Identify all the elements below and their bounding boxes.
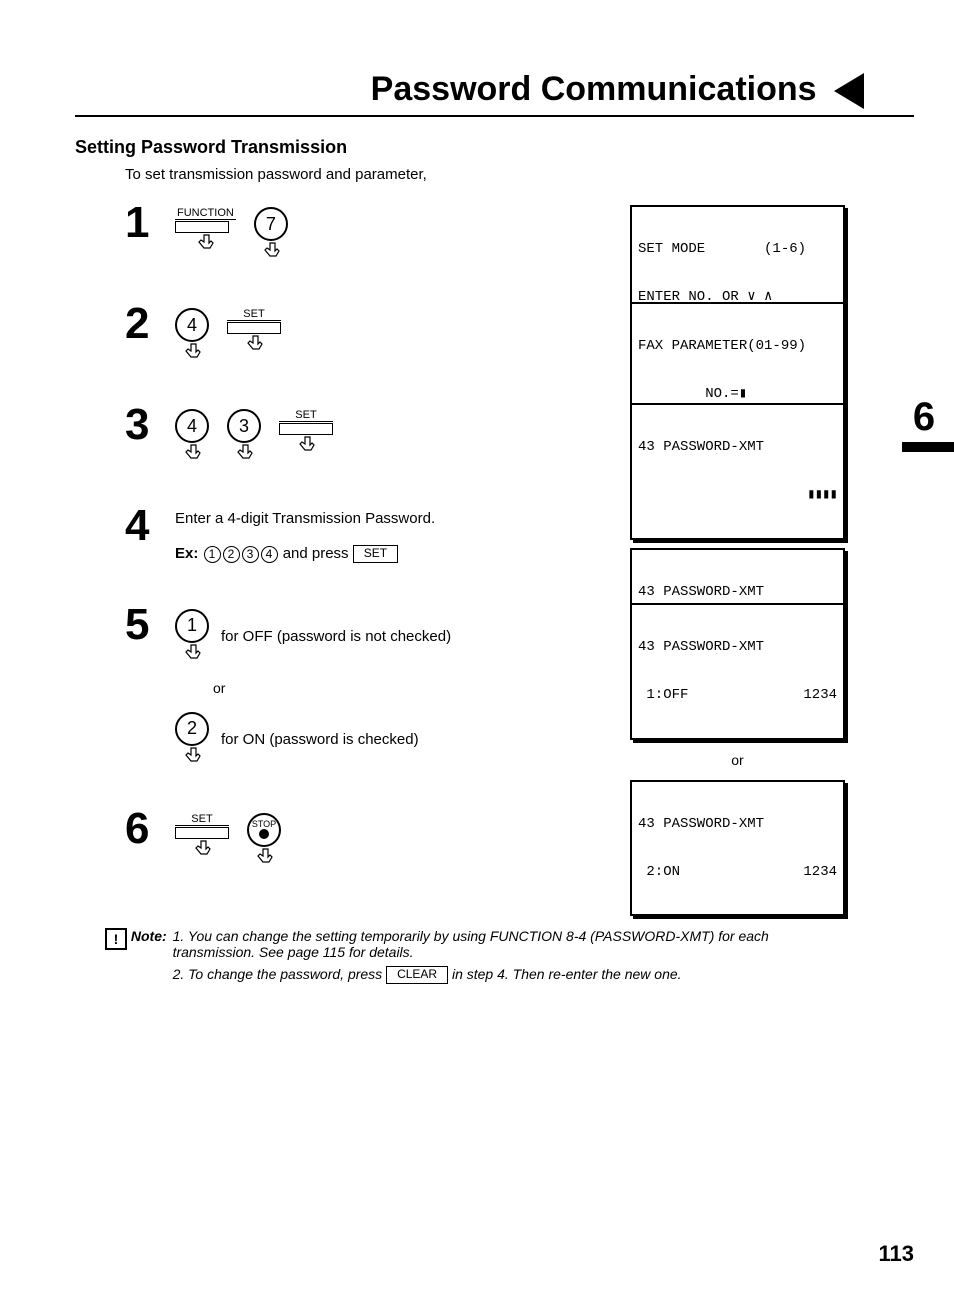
- step-number: 2: [125, 302, 175, 346]
- lcd-blocks: ▮▮▮▮: [807, 487, 837, 503]
- step-4: 4 Enter a 4-digit Transmission Password.…: [125, 504, 914, 563]
- set-key-label: SET: [227, 308, 281, 321]
- press-hand-icon: [191, 234, 219, 254]
- press-hand-icon: [292, 436, 320, 456]
- lcd-line: 43 PASSWORD-XMT: [638, 584, 837, 600]
- note-block: ! Note: 1. You can change the setting te…: [105, 928, 914, 990]
- step-3: 3 4 3 SET: [125, 403, 914, 464]
- step4-instruction: Enter a 4-digit Transmission Password.: [175, 510, 914, 527]
- ex-digit-2: 2: [223, 546, 240, 563]
- note-item-2: 2. To change the password, press CLEAR i…: [173, 966, 813, 984]
- digit-4-key-icon: 4: [175, 308, 209, 363]
- note-icon: !: [105, 928, 127, 950]
- note-2-pre: 2. To change the password, press: [173, 966, 387, 982]
- step-number: 4: [125, 504, 175, 548]
- press-hand-icon: [188, 840, 216, 860]
- lcd-line: NO.=▮: [638, 386, 837, 402]
- lcd-value: 1234: [803, 687, 837, 703]
- page-title-text: Password Communications: [371, 70, 817, 108]
- digit-3-label: 3: [239, 416, 249, 437]
- section-title: Setting Password Transmission: [75, 137, 914, 158]
- set-key-label: SET: [175, 813, 229, 826]
- press-hand-icon: [178, 343, 206, 363]
- lcd-line: 43 PASSWORD-XMT: [638, 639, 837, 655]
- stop-key-icon: STOP: [247, 813, 281, 868]
- header-rule: [75, 115, 914, 117]
- function-key-label: FUNCTION: [175, 207, 236, 220]
- press-hand-icon: [178, 644, 206, 664]
- press-hand-icon: [257, 242, 285, 262]
- function-key-icon: FUNCTION: [175, 207, 236, 254]
- step-number: 1: [125, 201, 175, 245]
- digit-2-label: 2: [187, 718, 197, 739]
- press-hand-icon: [178, 444, 206, 464]
- digit-1-key-icon: 1: [175, 609, 209, 664]
- step-number: 5: [125, 603, 175, 647]
- lcd-or-text: or: [630, 752, 845, 768]
- lcd-display: 43 PASSWORD-XMT 1:OFF 1234: [630, 603, 845, 740]
- digit-7-key-icon: 7: [254, 207, 288, 262]
- set-key-icon: SET: [227, 308, 281, 355]
- lcd-line: FAX PARAMETER(01-99): [638, 338, 837, 354]
- note-2-post: in step 4. Then re-enter the new one.: [452, 966, 682, 982]
- page-number: 113: [879, 1241, 915, 1267]
- press-hand-icon: [250, 848, 278, 868]
- digit-4-label: 4: [187, 315, 197, 336]
- step-number: 3: [125, 403, 175, 447]
- set-key-label: SET: [279, 409, 333, 422]
- ex-mid-text: and press: [283, 545, 353, 562]
- note-label: Note:: [131, 928, 167, 944]
- digit-7-label: 7: [266, 214, 276, 235]
- stop-dot-icon: [259, 829, 269, 839]
- press-hand-icon: [178, 747, 206, 767]
- note-item-1: 1. You can change the setting temporaril…: [173, 928, 813, 960]
- press-hand-icon: [240, 335, 268, 355]
- step-6: 6 SET STOP: [125, 807, 914, 868]
- lcd-line: SET MODE (1-6): [638, 241, 837, 257]
- intro-text: To set transmission password and paramet…: [125, 166, 914, 183]
- step-5: 5 1 for OFF (password is not checked) or…: [125, 603, 914, 767]
- clear-button-inline: CLEAR: [386, 966, 448, 984]
- digit-2-key-icon: 2: [175, 712, 209, 767]
- step-2: 2 4 SET FAX PARAMETER(01-99): [125, 302, 914, 363]
- step-number: 6: [125, 807, 175, 851]
- on-description: for ON (password is checked): [221, 731, 419, 748]
- digit-4-key-icon: 4: [175, 409, 209, 464]
- press-hand-icon: [230, 444, 258, 464]
- digit-1-label: 1: [187, 615, 197, 636]
- stop-key-label: STOP: [252, 820, 276, 829]
- set-key-icon: SET: [175, 813, 229, 860]
- set-button-inline: SET: [353, 545, 398, 563]
- step-1: 1 FUNCTION 7 SET MODE (1-6): [125, 201, 914, 262]
- page-title: Password Communications: [75, 70, 914, 109]
- ex-digit-4: 4: [261, 546, 278, 563]
- digit-3-key-icon: 3: [227, 409, 261, 464]
- lcd-line: 1:OFF: [638, 687, 688, 703]
- ex-label: Ex:: [175, 545, 198, 562]
- lcd-line: 43 PASSWORD-XMT: [638, 439, 837, 455]
- digit-4-label: 4: [187, 416, 197, 437]
- off-description: for OFF (password is not checked): [221, 628, 451, 645]
- triangle-left-icon: [834, 73, 864, 109]
- set-key-icon: SET: [279, 409, 333, 456]
- ex-digit-1: 1: [204, 546, 221, 563]
- ex-digit-3: 3: [242, 546, 259, 563]
